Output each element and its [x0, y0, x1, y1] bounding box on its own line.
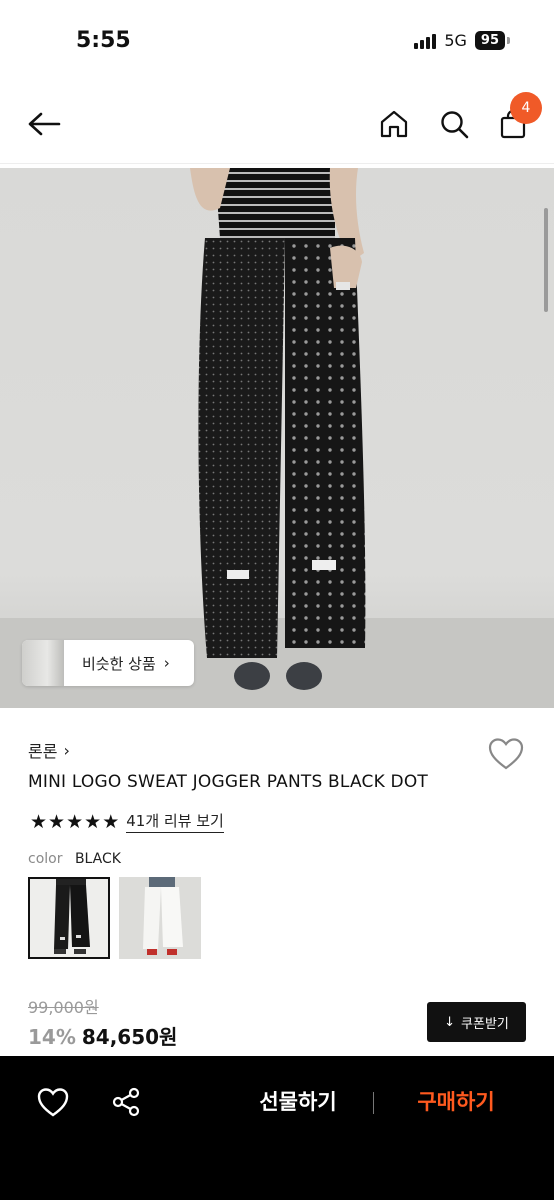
chevron-right-icon: › [63, 740, 70, 760]
product-image[interactable] [0, 168, 554, 708]
color-option-white[interactable] [119, 877, 201, 959]
cart-count-badge: 4 [510, 92, 542, 124]
status-bar: 5:55 5G 95 [0, 0, 554, 84]
status-time: 5:55 [76, 28, 131, 53]
buy-button[interactable]: 구매하기 [394, 1086, 518, 1116]
divider [373, 1092, 374, 1114]
download-icon: ↓ [444, 1014, 456, 1030]
similar-products-button[interactable]: 비슷한 상품 › [22, 640, 194, 686]
star-icon: ★ [66, 810, 84, 833]
battery-tip [507, 37, 510, 44]
sale-price: 84,650원 [81, 1025, 178, 1049]
original-price: 99,000원 [28, 998, 99, 1017]
color-option-black[interactable] [28, 877, 110, 959]
network-label: 5G [444, 31, 467, 50]
color-row: color BLACK [28, 851, 121, 867]
gift-button[interactable]: 선물하기 [236, 1086, 360, 1116]
heart-icon[interactable] [36, 1086, 70, 1118]
coupon-button[interactable]: ↓ 쿠폰받기 [427, 1002, 526, 1042]
signal-icon [414, 33, 437, 49]
rating-row: ★ ★ ★ ★ ★ 41개 리뷰 보기 [30, 810, 224, 833]
back-arrow-icon[interactable] [26, 106, 62, 142]
status-indicators: 5G 95 [414, 31, 510, 50]
home-icon[interactable] [376, 106, 412, 142]
coupon-label: 쿠폰받기 [461, 1016, 509, 1032]
search-icon[interactable] [436, 106, 472, 142]
app-header [0, 88, 554, 164]
bottom-action-bar: 선물하기 구매하기 [0, 1056, 554, 1200]
review-link[interactable]: 41개 리뷰 보기 [126, 810, 224, 833]
product-title: MINI LOGO SWEAT JOGGER PANTS BLACK DOT [28, 772, 428, 792]
chevron-right-icon: › [163, 654, 170, 672]
discount-rate: 14% [28, 1025, 76, 1049]
brand-link[interactable]: 론론 › [28, 738, 70, 762]
similar-thumbnail [22, 640, 64, 686]
star-icon: ★ [48, 810, 66, 833]
battery-icon: 95 [474, 31, 505, 50]
similar-products-label: 비슷한 상품 [82, 654, 156, 673]
share-icon[interactable] [110, 1086, 142, 1118]
brand-name: 론론 [28, 742, 58, 761]
color-value: BLACK [74, 851, 121, 867]
star-icon: ★ [30, 810, 48, 833]
price-row: 14% 84,650원 [28, 1021, 177, 1050]
wishlist-heart-icon[interactable] [487, 736, 525, 772]
image-scrollbar[interactable] [544, 208, 548, 312]
star-icon: ★ [102, 810, 120, 833]
star-icon: ★ [84, 810, 102, 833]
color-label: color [28, 851, 63, 867]
